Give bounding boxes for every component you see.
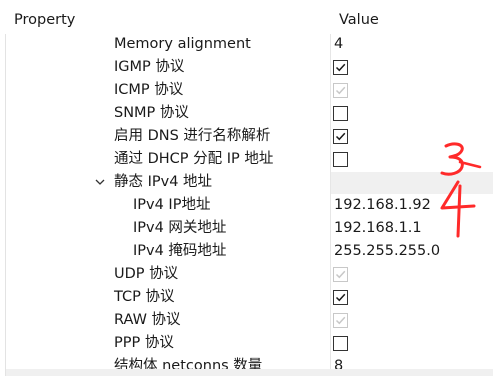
checkmark-icon — [335, 86, 346, 95]
property-row-dhcp[interactable]: 通过 DHCP 分配 IP 地址 — [0, 148, 493, 171]
property-row-dns[interactable]: 启用 DNS 进行名称解析 — [0, 125, 493, 148]
property-name: 通过 DHCP 分配 IP 地址 — [114, 151, 274, 167]
property-value[interactable]: 192.168.1.92 — [334, 194, 431, 217]
property-row-ipv4-gateway[interactable]: IPv4 网关地址 192.168.1.1 — [0, 217, 493, 240]
property-row-memory-alignment[interactable]: Memory alignment 4 — [0, 33, 493, 56]
property-value[interactable]: 192.168.1.1 — [334, 217, 422, 240]
group-name: 静态 IPv4 地址 — [114, 174, 213, 190]
tcp-checkbox[interactable] — [333, 290, 348, 305]
property-grid: Property Value Memory alignment 4 IGMP 协… — [0, 0, 493, 376]
property-name: ICMP 协议 — [114, 82, 184, 98]
property-name: 启用 DNS 进行名称解析 — [114, 128, 271, 144]
checkmark-icon — [335, 293, 346, 302]
checkmark-icon — [335, 316, 346, 325]
property-row-ipv4-ip[interactable]: IPv4 IP地址 192.168.1.92 — [0, 194, 493, 217]
checkmark-icon — [335, 132, 346, 141]
ppp-checkbox[interactable] — [333, 336, 348, 351]
icmp-checkbox — [333, 83, 348, 98]
checkmark-icon — [335, 63, 346, 72]
property-group-static-ipv4[interactable]: 静态 IPv4 地址 — [0, 171, 493, 194]
udp-checkbox — [333, 267, 348, 282]
checkmark-icon — [335, 270, 346, 279]
property-row-raw[interactable]: RAW 协议 — [0, 309, 493, 332]
property-column-header[interactable]: Property — [14, 0, 75, 34]
dhcp-checkbox[interactable] — [333, 152, 348, 167]
property-name: PPP 协议 — [114, 335, 174, 351]
property-row-ppp[interactable]: PPP 协议 — [0, 332, 493, 355]
dns-checkbox[interactable] — [333, 129, 348, 144]
property-row-udp[interactable]: UDP 协议 — [0, 263, 493, 286]
horizontal-scrollbar[interactable] — [6, 369, 493, 376]
property-row-ipv4-mask[interactable]: IPv4 掩码地址 255.255.255.0 — [0, 240, 493, 263]
raw-checkbox — [333, 313, 348, 328]
chevron-down-icon[interactable] — [94, 176, 106, 188]
property-name: IPv4 IP地址 — [133, 197, 211, 213]
property-name: IPv4 掩码地址 — [133, 243, 227, 259]
property-row-icmp[interactable]: ICMP 协议 — [0, 79, 493, 102]
property-row-tcp[interactable]: TCP 协议 — [0, 286, 493, 309]
property-row-igmp[interactable]: IGMP 协议 — [0, 56, 493, 79]
property-name: IGMP 协议 — [114, 59, 185, 75]
igmp-checkbox[interactable] — [333, 60, 348, 75]
snmp-checkbox[interactable] — [333, 106, 348, 121]
grid-header: Property Value — [0, 0, 493, 34]
property-name: TCP 协议 — [114, 289, 175, 305]
value-column-header[interactable]: Value — [339, 0, 379, 34]
property-name: RAW 协议 — [114, 312, 181, 328]
property-value[interactable]: 255.255.255.0 — [334, 240, 440, 263]
property-row-snmp[interactable]: SNMP 协议 — [0, 102, 493, 125]
property-rows: Memory alignment 4 IGMP 协议 ICMP 协议 SNMP … — [0, 33, 493, 376]
property-name: SNMP 协议 — [114, 105, 189, 121]
property-name: Memory alignment — [114, 36, 251, 52]
property-value[interactable]: 4 — [334, 33, 343, 56]
group-value-background — [331, 172, 493, 194]
property-name: IPv4 网关地址 — [133, 220, 227, 236]
property-name: UDP 协议 — [114, 266, 179, 282]
